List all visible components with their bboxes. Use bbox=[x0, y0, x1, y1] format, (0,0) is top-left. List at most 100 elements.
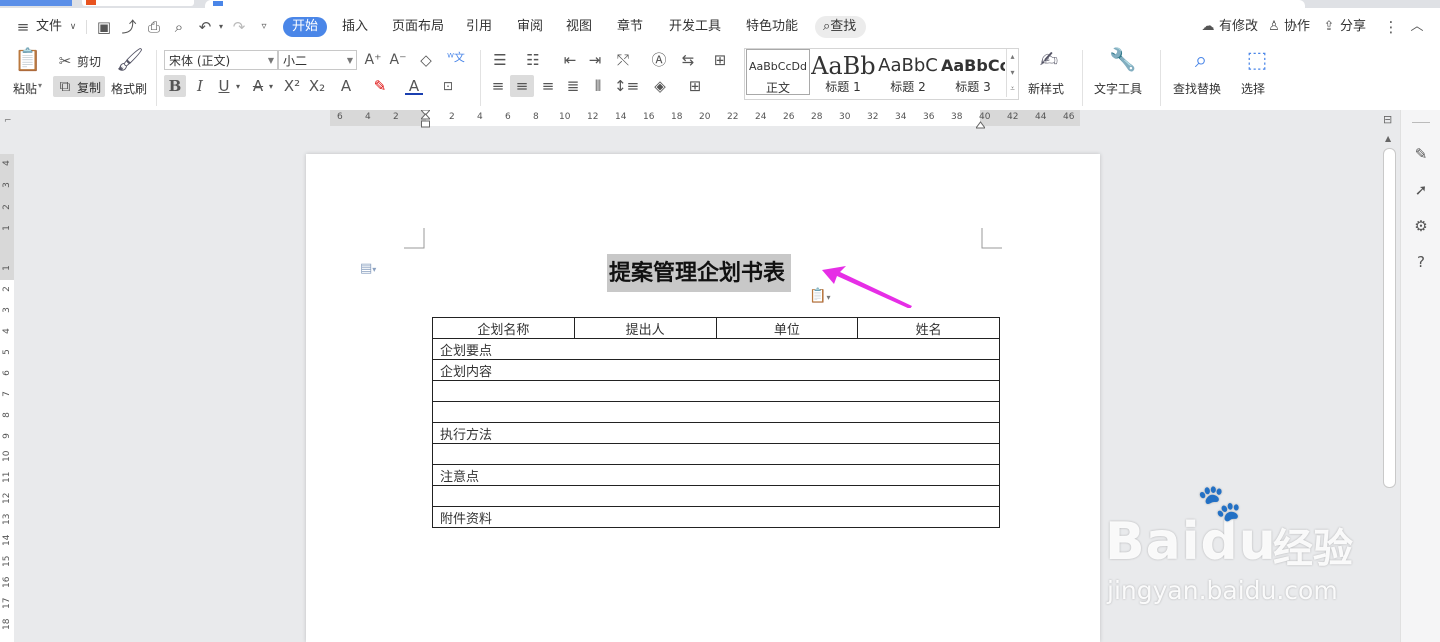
tab-developer-tools[interactable]: 开发工具 bbox=[669, 18, 721, 36]
style-normal[interactable]: AaBbCcDd 正文 bbox=[746, 49, 810, 95]
style-heading-3[interactable]: AaBbCc 标题 3 bbox=[941, 49, 1005, 97]
distributed-align-icon[interactable]: ⫴ bbox=[589, 77, 607, 95]
font-size-select[interactable]: 小二 ▼ bbox=[278, 50, 357, 70]
numbered-list-icon[interactable]: ☷ bbox=[523, 51, 543, 69]
justify-icon[interactable]: ≣ bbox=[564, 77, 582, 95]
italic-icon[interactable]: I bbox=[191, 77, 209, 95]
paste-dropdown-icon[interactable]: ▾ bbox=[38, 81, 42, 90]
font-color-icon[interactable]: A bbox=[405, 77, 423, 95]
character-border-icon[interactable]: ⊡ bbox=[439, 77, 457, 95]
table-header-cell[interactable]: 企划名称 bbox=[432, 317, 575, 339]
text-direction-icon[interactable]: Ⓐ bbox=[649, 51, 669, 69]
align-center-icon[interactable]: ≡ bbox=[513, 77, 531, 95]
tab-insert[interactable]: 插入 bbox=[342, 18, 368, 36]
more-options-icon[interactable]: ⋮ bbox=[1382, 18, 1400, 36]
tab-review[interactable]: 审阅 bbox=[517, 18, 543, 36]
clipboard-icon[interactable]: 📋 bbox=[14, 48, 41, 74]
tab-references[interactable]: 引用 bbox=[466, 18, 492, 36]
modified-status[interactable]: 有修改 bbox=[1219, 18, 1258, 36]
table-header-cell[interactable]: 姓名 bbox=[857, 317, 1000, 339]
shrink-font-icon[interactable]: A⁻ bbox=[388, 51, 408, 69]
align-left-icon[interactable]: ≡ bbox=[489, 77, 507, 95]
share-button[interactable]: 分享 bbox=[1340, 18, 1366, 36]
strikethrough-dropdown-icon[interactable]: ▾ bbox=[266, 78, 276, 96]
table-cell[interactable]: 注意点 bbox=[432, 464, 1000, 486]
bullet-list-icon[interactable]: ☰ bbox=[490, 51, 510, 69]
cut-button[interactable]: 剪切 bbox=[77, 53, 101, 70]
chevron-down-icon[interactable]: ∨ bbox=[64, 18, 82, 36]
increase-indent-icon[interactable]: ⇥ bbox=[585, 51, 605, 69]
table-cell[interactable]: 附件资料 bbox=[432, 506, 1000, 528]
table-header-cell[interactable]: 单位 bbox=[715, 317, 859, 339]
shading-icon[interactable]: ◈ bbox=[650, 77, 670, 95]
tab-document-1[interactable] bbox=[82, 0, 194, 6]
borders-icon[interactable]: ⊞ bbox=[685, 77, 705, 95]
subscript-icon[interactable]: X₂ bbox=[307, 77, 327, 95]
bold-icon[interactable]: B bbox=[166, 77, 184, 95]
print-preview-icon[interactable]: ⌕ bbox=[170, 18, 188, 36]
redo-icon[interactable]: ↷ bbox=[230, 18, 248, 36]
underline-dropdown-icon[interactable]: ▾ bbox=[233, 78, 243, 96]
decrease-indent-icon[interactable]: ⇤ bbox=[560, 51, 580, 69]
table-cell[interactable] bbox=[432, 443, 1000, 465]
paste-button[interactable]: 粘贴 bbox=[13, 80, 37, 97]
tab-page-layout[interactable]: 页面布局 bbox=[392, 18, 444, 36]
select-button[interactable]: 选择 bbox=[1241, 80, 1265, 97]
text-tools-button[interactable]: 文字工具 bbox=[1094, 80, 1142, 97]
output-pdf-icon[interactable]: ⤴ bbox=[120, 18, 138, 36]
style-heading-1[interactable]: AaBb 标题 1 bbox=[811, 49, 875, 97]
tab-selector-icon[interactable]: ⌐ bbox=[4, 116, 12, 126]
font-name-select[interactable]: 宋体 (正文) ▼ bbox=[164, 50, 278, 70]
clear-format-icon[interactable]: ◇ bbox=[416, 51, 436, 69]
paragraph-handle-icon[interactable]: ▤▾ bbox=[360, 261, 376, 276]
table-cell[interactable] bbox=[432, 401, 1000, 423]
scrollbar-thumb[interactable] bbox=[1383, 148, 1396, 488]
right-indent-marker[interactable] bbox=[975, 118, 986, 129]
vertical-ruler[interactable]: 4 3 2 1 1 2 3 4 5 6 7 8 9 10 11 12 13 14… bbox=[0, 128, 14, 642]
chinese-layout-icon[interactable]: ⤲ bbox=[612, 51, 634, 69]
copy-button[interactable]: ⧉ 复制 bbox=[53, 76, 105, 97]
table-cell[interactable] bbox=[432, 485, 1000, 507]
find-replace-button[interactable]: 查找替换 bbox=[1173, 80, 1221, 97]
tab-stops-icon[interactable]: ⊞ bbox=[710, 51, 730, 69]
indent-marker[interactable] bbox=[419, 109, 432, 128]
table-cell[interactable]: 企划要点 bbox=[432, 338, 1000, 360]
table-header-cell[interactable]: 提出人 bbox=[573, 317, 717, 339]
tab-active-document[interactable] bbox=[205, 0, 1305, 8]
align-right-icon[interactable]: ≡ bbox=[539, 77, 557, 95]
table-cell[interactable]: 执行方法 bbox=[432, 422, 1000, 444]
proposal-table[interactable]: 企划名称 提出人 单位 姓名 企划要点 企划内容 执行方法 注意点 附件资料 bbox=[432, 317, 1000, 528]
grow-font-icon[interactable]: A⁺ bbox=[363, 51, 383, 69]
print-icon[interactable]: ⎙ bbox=[145, 18, 163, 36]
table-cell[interactable]: 企划内容 bbox=[432, 359, 1000, 381]
underline-icon[interactable]: U bbox=[215, 77, 233, 95]
pen-edit-icon[interactable]: ✎ bbox=[1411, 144, 1431, 164]
file-menu[interactable]: 文件 bbox=[36, 18, 62, 36]
collapse-ribbon-icon[interactable]: ︿ bbox=[1408, 18, 1426, 36]
new-style-button[interactable]: 新样式 bbox=[1028, 80, 1064, 97]
tab-home[interactable] bbox=[0, 0, 72, 6]
tab-chapter[interactable]: 章节 bbox=[617, 18, 643, 36]
highlight-icon[interactable]: ✎ bbox=[371, 77, 389, 95]
tab-special-features[interactable]: 特色功能 bbox=[746, 18, 798, 36]
document-page[interactable]: ▤▾ 提案管理企划书表 📋▾ 企划名称 提出人 单位 姓名 企划要点 企划内容 … bbox=[306, 154, 1100, 642]
text-effect-icon[interactable]: A bbox=[337, 77, 355, 95]
split-view-icon[interactable]: ⊟ bbox=[1383, 113, 1392, 126]
adjust-settings-icon[interactable]: ⚙ bbox=[1411, 216, 1431, 236]
tab-start[interactable]: 开始 bbox=[283, 17, 328, 37]
pinyin-guide-icon[interactable]: ᵂ文 bbox=[443, 49, 469, 67]
scroll-up-icon[interactable]: ▲ bbox=[1385, 134, 1391, 143]
horizontal-ruler[interactable]: 6 4 2 2 4 6 8 10 12 14 16 18 20 22 24 26… bbox=[0, 109, 1380, 129]
cursor-select-icon[interactable]: ➚ bbox=[1411, 180, 1431, 200]
customize-toolbar-icon[interactable]: ▿ bbox=[255, 18, 273, 36]
document-title[interactable]: 提案管理企划书表 bbox=[607, 254, 792, 292]
collaborate-button[interactable]: 协作 bbox=[1284, 18, 1310, 36]
gallery-scroll[interactable]: ▴ ▾ ⩡ bbox=[1006, 49, 1018, 97]
help-icon[interactable]: ? bbox=[1411, 252, 1431, 272]
style-heading-2[interactable]: AaBbC 标题 2 bbox=[876, 49, 940, 97]
undo-dropdown-icon[interactable]: ▾ bbox=[212, 18, 230, 36]
save-icon[interactable]: ▣ bbox=[95, 18, 113, 36]
table-cell[interactable] bbox=[432, 380, 1000, 402]
superscript-icon[interactable]: X² bbox=[282, 77, 302, 95]
search-box[interactable]: ⌕查找 bbox=[815, 16, 867, 38]
